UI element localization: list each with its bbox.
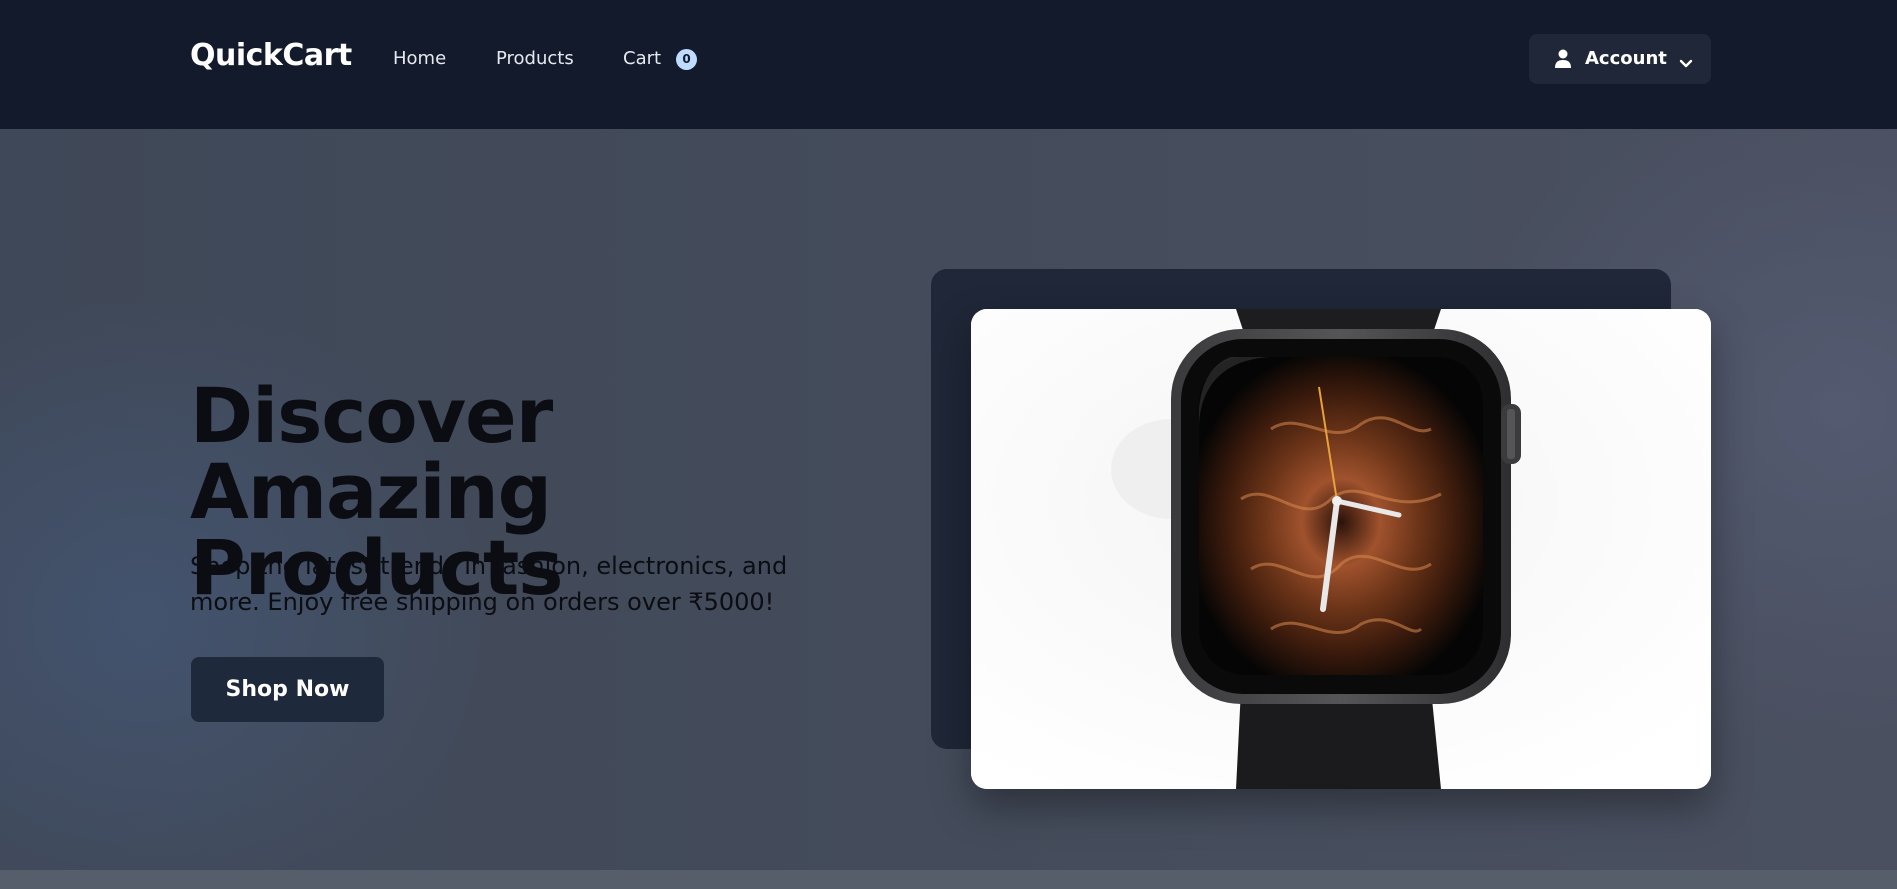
top-navbar: QuickCart Home Products Cart 0 Account	[0, 0, 1897, 129]
account-dropdown-button[interactable]: Account	[1529, 34, 1711, 84]
chevron-down-icon	[1679, 53, 1693, 74]
hero-title-line-1: Discover Amazing	[190, 371, 553, 536]
footer-strip	[0, 870, 1897, 889]
hero-subtitle: Shop the latest trends in fashion, elect…	[190, 552, 788, 616]
brand-logo[interactable]: QuickCart	[190, 38, 352, 73]
user-icon	[1555, 49, 1571, 74]
shop-now-button[interactable]: Shop Now	[191, 657, 384, 722]
smartwatch-image	[971, 309, 1711, 789]
cart-count-badge: 0	[676, 49, 697, 70]
account-label: Account	[1585, 48, 1667, 69]
hero-product-image	[971, 309, 1711, 789]
nav-link-home[interactable]: Home	[393, 48, 446, 69]
nav-link-cart[interactable]: Cart	[623, 48, 661, 69]
nav-link-products[interactable]: Products	[496, 48, 574, 69]
